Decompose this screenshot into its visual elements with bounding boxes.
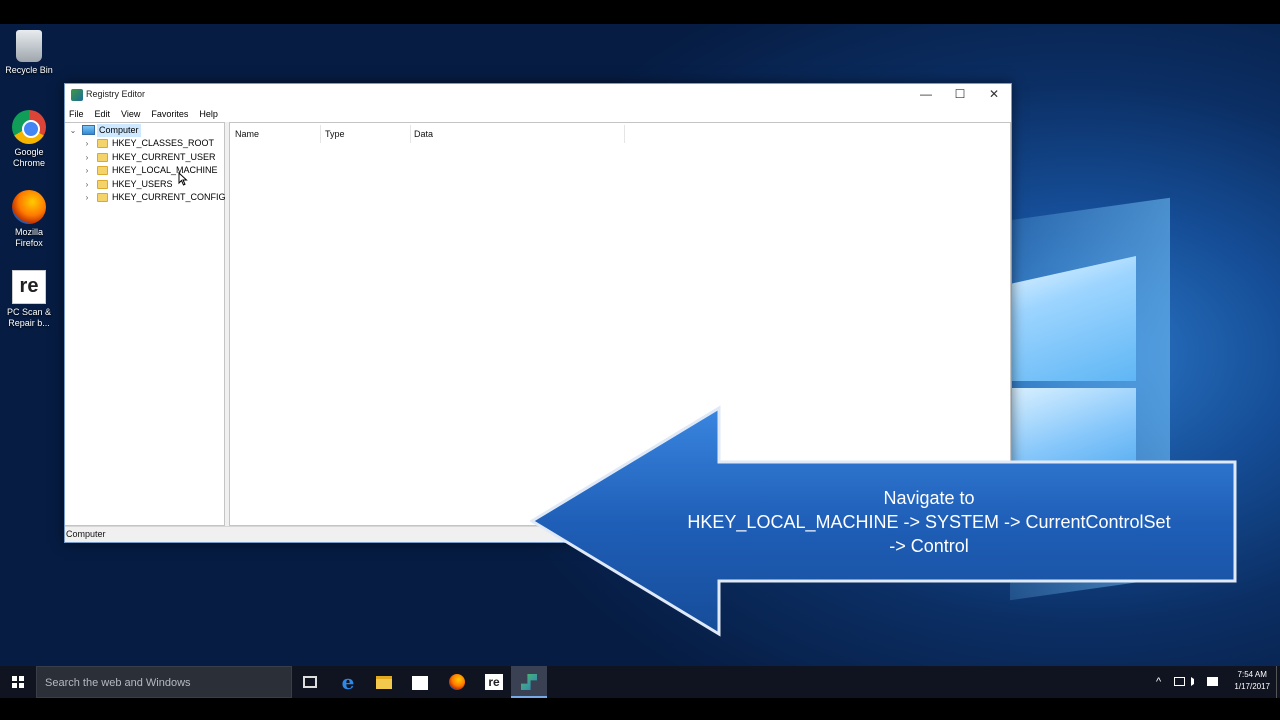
- taskbar-edge[interactable]: e: [330, 666, 366, 698]
- expand-chevron-icon[interactable]: ›: [83, 164, 91, 177]
- tree-item-label: HKEY_CLASSES_ROOT: [112, 138, 215, 148]
- menu-help[interactable]: Help: [199, 106, 218, 122]
- desktop-icon-chrome[interactable]: Google Chrome: [4, 110, 54, 169]
- folder-icon: [97, 153, 108, 162]
- desktop-icon-label: Mozilla Firefox: [14, 227, 43, 248]
- firefox-icon: [12, 190, 46, 224]
- expand-chevron-icon[interactable]: ›: [83, 178, 91, 191]
- desktop-icon-label: Recycle Bin: [5, 65, 53, 75]
- taskbar-store[interactable]: [402, 666, 438, 698]
- search-placeholder: Search the web and Windows: [45, 677, 191, 689]
- tree-item-label: HKEY_LOCAL_MACHINE: [112, 165, 218, 175]
- window-title: Registry Editor: [86, 89, 146, 99]
- expand-chevron-icon[interactable]: ›: [83, 137, 91, 150]
- menu-file[interactable]: File: [69, 106, 84, 122]
- pc-scan-repair-icon: re: [485, 674, 503, 690]
- tree-item-label: HKEY_CURRENT_CONFIG: [112, 192, 226, 202]
- column-header-data[interactable]: Data: [414, 127, 433, 141]
- chrome-icon: [12, 110, 46, 144]
- folder-icon: [97, 166, 108, 175]
- tree-item-label: HKEY_USERS: [112, 179, 173, 189]
- folder-icon: [97, 180, 108, 189]
- menu-edit[interactable]: Edit: [95, 106, 111, 122]
- volume-icon[interactable]: [1191, 677, 1200, 686]
- maximize-button[interactable]: ☐: [943, 84, 977, 106]
- column-divider[interactable]: [320, 125, 321, 143]
- taskbar-pc-scan-repair[interactable]: re: [475, 666, 511, 698]
- menu-bar: File Edit View Favorites Help: [65, 106, 1011, 122]
- show-desktop-button[interactable]: [1276, 666, 1280, 698]
- clock[interactable]: 7:54 AM 1/17/2017: [1234, 669, 1270, 693]
- pc-scan-repair-icon: re: [12, 270, 46, 304]
- menu-view[interactable]: View: [121, 106, 140, 122]
- recycle-bin-icon: [16, 30, 42, 62]
- clock-date: 1/17/2017: [1234, 682, 1270, 691]
- folder-icon: [97, 193, 108, 202]
- task-view-icon: [303, 676, 317, 688]
- desktop-icon-label: Google Chrome: [12, 147, 45, 168]
- title-bar[interactable]: Registry Editor — ☐ ✕: [65, 84, 1011, 106]
- registry-editor-icon: [71, 89, 83, 101]
- desktop-icon-recycle-bin[interactable]: Recycle Bin: [4, 30, 54, 76]
- key-tree-pane[interactable]: ⌄ Computer › HKEY_CLASSES_ROOT › HKEY_CU…: [65, 122, 226, 526]
- callout-line: -> Control: [889, 536, 969, 556]
- tree-item-label: Computer: [97, 124, 141, 137]
- clock-time: 7:54 AM: [1237, 670, 1267, 679]
- computer-icon: [82, 125, 95, 135]
- column-header-type[interactable]: Type: [325, 127, 345, 141]
- letterbox-top: [0, 0, 1280, 24]
- store-icon: [412, 676, 428, 690]
- taskbar: Search the web and Windows e re ^ 7:54 A…: [0, 666, 1280, 698]
- desktop-icon-label: PC Scan & Repair b...: [6, 307, 52, 328]
- taskbar-firefox[interactable]: [439, 666, 475, 698]
- file-explorer-icon: [376, 676, 392, 689]
- callout-instruction: Navigate to HKEY_LOCAL_MACHINE -> SYSTEM…: [640, 486, 1218, 558]
- status-path: Computer: [66, 529, 106, 539]
- task-view-button[interactable]: [292, 666, 328, 698]
- column-header-name[interactable]: Name: [235, 127, 259, 141]
- registry-editor-icon: [521, 674, 537, 690]
- menu-favorites[interactable]: Favorites: [151, 106, 188, 122]
- expand-chevron-icon[interactable]: ›: [83, 191, 91, 204]
- collapse-chevron-icon[interactable]: ⌄: [69, 124, 77, 137]
- desktop-icon-pc-scan-repair[interactable]: re PC Scan & Repair b...: [4, 270, 54, 329]
- start-button[interactable]: [0, 666, 36, 698]
- minimize-button[interactable]: —: [909, 84, 943, 106]
- folder-icon: [97, 139, 108, 148]
- close-button[interactable]: ✕: [977, 84, 1011, 106]
- callout-line: Navigate to: [883, 488, 975, 508]
- taskbar-search-box[interactable]: Search the web and Windows: [36, 666, 292, 698]
- column-divider[interactable]: [410, 125, 411, 143]
- show-hidden-icons-chevron-icon[interactable]: ^: [1156, 675, 1161, 689]
- desktop-icon-firefox[interactable]: Mozilla Firefox: [4, 190, 54, 249]
- letterbox-bottom: [0, 698, 1280, 720]
- callout-line: HKEY_LOCAL_MACHINE -> SYSTEM -> CurrentC…: [687, 512, 1171, 532]
- taskbar-registry-editor[interactable]: [511, 666, 547, 698]
- expand-chevron-icon[interactable]: ›: [83, 151, 91, 164]
- action-center-icon[interactable]: [1207, 677, 1218, 686]
- taskbar-file-explorer[interactable]: [366, 666, 402, 698]
- network-icon[interactable]: [1174, 677, 1185, 686]
- edge-icon: e: [341, 670, 355, 694]
- system-tray: ^ 7:54 AM 1/17/2017: [1150, 666, 1280, 698]
- firefox-icon: [449, 674, 465, 690]
- column-divider[interactable]: [624, 125, 625, 143]
- windows-logo-icon: [12, 676, 24, 688]
- tree-item-label: HKEY_CURRENT_USER: [112, 152, 216, 162]
